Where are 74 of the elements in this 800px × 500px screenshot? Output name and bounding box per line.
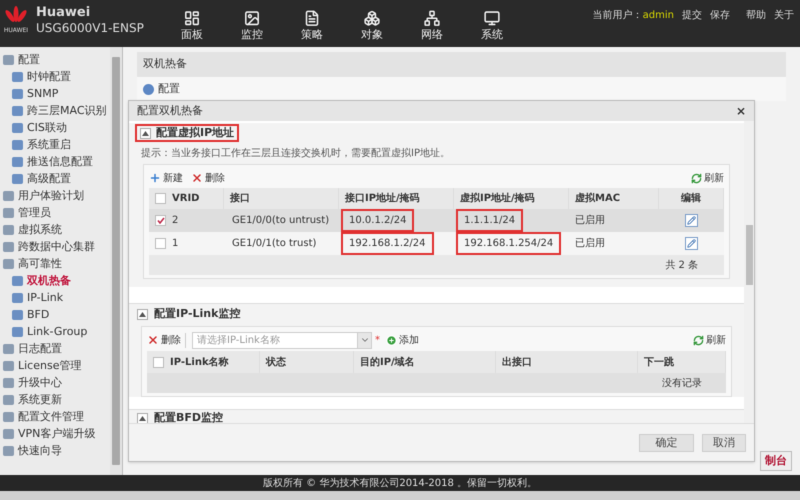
sidebar-item[interactable]: 日志配置	[18, 343, 62, 354]
dialog-title: 配置双机热备	[137, 102, 203, 119]
sidebar-item[interactable]: License管理	[18, 360, 82, 371]
page-title: 双机热备	[143, 56, 187, 72]
ip-link-select[interactable]: 请选择IP-Link名称	[192, 332, 372, 348]
sidebar-item[interactable]: 推送信息配置	[27, 156, 93, 167]
sidebar-item[interactable]: 时钟配置	[27, 71, 71, 82]
device-model: USG6000V1-ENSP	[36, 21, 145, 36]
add-button[interactable]: 添加	[386, 332, 419, 348]
hint-text: 提示：当业务接口工作在三层且连接交换机时，需要配置虚拟IP地址。	[140, 146, 451, 161]
ok-button[interactable]: 确定	[639, 434, 694, 452]
table-cell: 192.168.1.2/24	[341, 232, 434, 255]
refresh-button[interactable]: 刷新	[691, 170, 724, 186]
sidebar-item[interactable]: 高级配置	[27, 173, 71, 184]
table-cell-text: 已启用	[575, 236, 605, 251]
required-mark: *	[375, 334, 380, 348]
header-link[interactable]: 保存	[710, 8, 730, 23]
table-cell: 1.1.1.1/24	[456, 209, 524, 232]
sidebar-item[interactable]: 管理员	[18, 207, 51, 218]
sidebar-item[interactable]: 升级中心	[18, 377, 62, 388]
table-cell-text: 1	[172, 237, 178, 251]
table-cell-text: 已启用	[575, 214, 605, 228]
table-cell-text: GE1/0/0(to untrust)	[232, 214, 330, 228]
header-link[interactable]: 提交	[682, 8, 702, 23]
table-cell: 192.168.1.254/24	[456, 232, 562, 255]
copyright-text: 版权所有 © 华为技术有限公司2014-2018 。保留一切权利。	[262, 476, 538, 490]
cancel-button[interactable]: 取消	[702, 434, 746, 452]
sidebar-item[interactable]: 跨三层MAC识别	[27, 105, 107, 116]
header-link[interactable]: 帮助	[746, 8, 766, 23]
sidebar-item[interactable]: SNMP	[27, 88, 58, 99]
column-header[interactable]: 状态	[266, 354, 286, 370]
empty-message: 没有记录	[662, 376, 702, 390]
sidebar-item[interactable]: 系统重启	[27, 139, 71, 150]
current-user-label: 当前用户：	[592, 8, 643, 23]
nav-tab[interactable]: 系统	[462, 10, 522, 46]
section-title: 配置虚拟IP地址	[156, 124, 234, 141]
nav-tab[interactable]: 对象	[342, 10, 402, 46]
sidebar-item[interactable]: Link-Group	[27, 326, 88, 337]
delete-button[interactable]: 删除	[147, 332, 186, 348]
sidebar-item[interactable]: BFD	[27, 309, 50, 320]
table-cell-text: GE1/0/1(to trust)	[232, 237, 316, 251]
console-tab[interactable]: 制台	[760, 450, 792, 471]
section-title: 配置BFD监控	[154, 410, 224, 423]
sidebar-item[interactable]: 跨数据中心集群	[18, 241, 95, 252]
sidebar-item[interactable]: 高可靠性	[18, 258, 62, 269]
sidebar-item[interactable]: 用户体验计划	[18, 190, 84, 201]
sidebar-item[interactable]: VPN客户端升级	[18, 428, 96, 439]
sidebar-item[interactable]: CIS联动	[27, 122, 67, 133]
sidebar-item[interactable]: 双机热备	[27, 275, 71, 286]
new-button[interactable]: 新建	[149, 170, 183, 186]
select-input[interactable]: 请选择IP-Link名称	[193, 332, 357, 348]
nav-tab[interactable]: 监控	[222, 10, 282, 46]
delete-button[interactable]: 删除	[191, 170, 225, 186]
column-header[interactable]: 出接口	[502, 354, 532, 370]
table-cell-text: 2	[172, 214, 178, 228]
user-name: admin	[642, 9, 674, 23]
brand-name: Huawei	[36, 5, 92, 22]
refresh-button[interactable]: 刷新	[693, 332, 726, 348]
sidebar-item[interactable]: 配置文件管理	[18, 411, 84, 422]
sidebar-item[interactable]: 快速向导	[18, 445, 62, 456]
nav-tab[interactable]: 网络	[402, 10, 462, 46]
nav-tab[interactable]: 策略	[282, 10, 342, 46]
sidebar-item[interactable]: 配置	[18, 54, 40, 65]
sidebar-item[interactable]: 系统更新	[18, 394, 62, 405]
column-header[interactable]: 接口	[230, 191, 250, 206]
sidebar-item[interactable]: IP-Link	[27, 292, 64, 303]
sidebar-item[interactable]: 虚拟系统	[18, 224, 62, 235]
section-title: 配置IP-Link监控	[154, 306, 240, 322]
nav-tab[interactable]: 面板	[162, 10, 222, 46]
close-button[interactable]: ×	[736, 105, 746, 117]
config-tab[interactable]: 配置	[158, 80, 180, 98]
header-link[interactable]: 关于	[774, 8, 794, 23]
record-count: 共 2 条	[665, 258, 698, 272]
table-cell: 10.0.1.2/24	[341, 209, 414, 232]
